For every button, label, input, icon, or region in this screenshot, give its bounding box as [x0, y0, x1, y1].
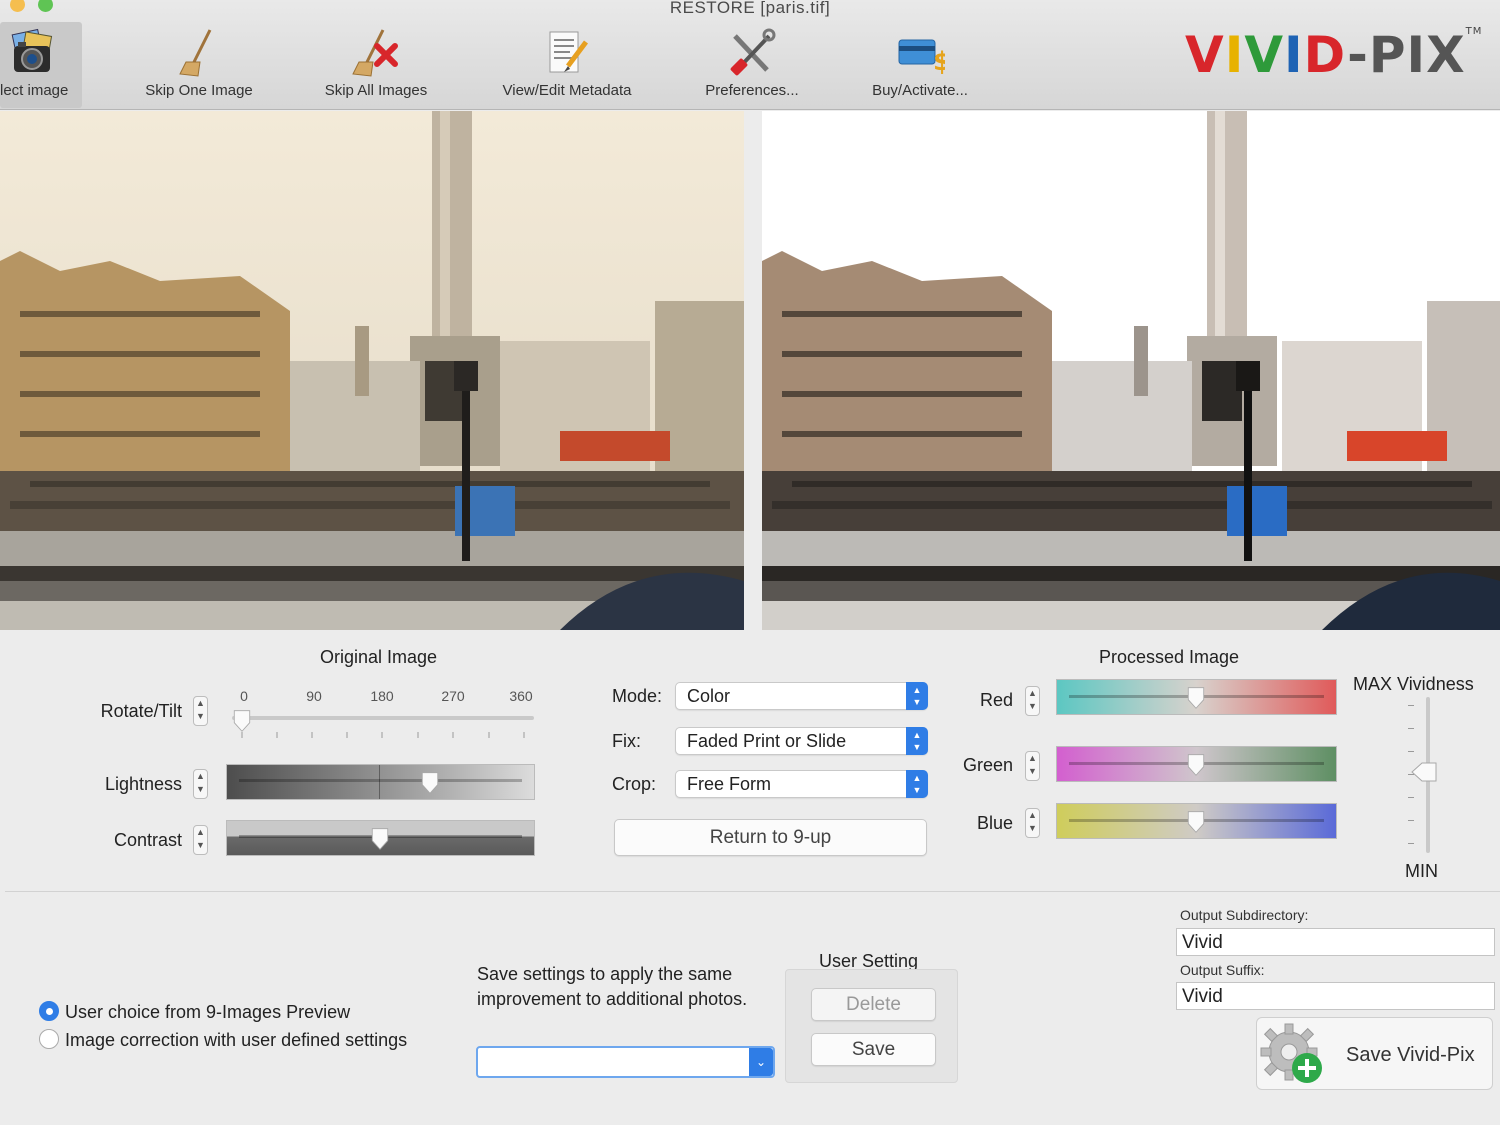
rotate-tilt-thumb[interactable]: [232, 709, 252, 733]
fix-label: Fix:: [612, 731, 641, 751]
user-setting-combo[interactable]: ⌄: [476, 1046, 775, 1078]
broom-icon: [179, 29, 212, 77]
lightness-stepper[interactable]: ▲ ▼: [193, 769, 208, 799]
save-setting-button[interactable]: Save: [811, 1033, 936, 1066]
lightness-label: Lightness: [104, 774, 182, 794]
radio-user-defined-settings[interactable]: [39, 1029, 59, 1049]
tool-label: Buy/Activate...: [872, 82, 968, 99]
output-subdirectory-field[interactable]: Vivid: [1176, 928, 1495, 956]
fix-value: Faded Print or Slide: [687, 731, 847, 751]
camera-photos-icon: [11, 28, 53, 72]
contrast-label: Contrast: [113, 830, 182, 850]
lightness-thumb[interactable]: [420, 771, 440, 795]
divider: [5, 891, 1500, 892]
svg-text:$: $: [933, 47, 945, 77]
chevron-updown-icon: ▲ ▼: [906, 727, 928, 755]
radio-9-images-preview-label: User choice from 9-Images Preview: [65, 1002, 351, 1022]
green-label: Green: [962, 755, 1013, 775]
output-suffix-label: Output Suffix:: [1180, 962, 1265, 978]
green-stepper[interactable]: ▲ ▼: [1025, 751, 1040, 781]
logo-letter: I: [1224, 26, 1245, 84]
logo-letter: V: [1244, 26, 1285, 84]
max-vividness-label: MAX Vividness: [1353, 674, 1474, 694]
green-thumb[interactable]: [1186, 753, 1206, 777]
return-to-9up-button[interactable]: Return to 9-up: [614, 819, 927, 856]
contrast-stepper[interactable]: ▲ ▼: [193, 825, 208, 855]
window-title: RESTORE [paris.tif]: [669, 0, 831, 17]
chevron-updown-icon: ▲ ▼: [906, 682, 928, 710]
tool-label: Preferences...: [705, 82, 799, 99]
blue-thumb[interactable]: [1186, 810, 1206, 834]
tools-icon: [730, 28, 776, 76]
skip-all-images-button[interactable]: Skip All Images: [318, 22, 434, 108]
tick-label-0: 0: [240, 688, 248, 704]
save-settings-text-2: improvement to additional photos.: [477, 989, 748, 1009]
tick-label-90: 90: [306, 688, 322, 704]
save-vivid-pix-button[interactable]: Save Vivid-Pix: [1256, 1017, 1493, 1090]
red-stepper[interactable]: ▲ ▼: [1025, 686, 1040, 716]
view-edit-metadata-button[interactable]: View/Edit Metadata: [494, 22, 640, 108]
preferences-button[interactable]: Preferences...: [700, 22, 804, 108]
red-slider[interactable]: [1056, 679, 1337, 715]
chevron-updown-icon: ▲ ▼: [906, 770, 928, 798]
crop-label: Crop:: [612, 774, 657, 794]
mode-select[interactable]: Color ▲ ▼: [675, 682, 928, 710]
gear-plus-icon: [1260, 1023, 1322, 1083]
tick-label-360: 360: [509, 688, 533, 704]
tick-label-270: 270: [441, 688, 465, 704]
tool-label: Skip All Images: [324, 82, 428, 99]
tick-label-180: 180: [370, 688, 394, 704]
rotate-tilt-label: Rotate/Tilt: [100, 701, 182, 721]
select-image-button[interactable]: lect image: [0, 22, 82, 108]
tool-label: Skip One Image: [145, 82, 253, 99]
original-image-title: Original Image: [320, 647, 438, 667]
delete-button[interactable]: Delete: [811, 988, 936, 1021]
mode-label: Mode:: [612, 686, 663, 706]
rotate-tilt-stepper[interactable]: ▲ ▼: [193, 696, 208, 726]
green-slider[interactable]: [1056, 746, 1337, 782]
red-thumb[interactable]: [1186, 686, 1206, 710]
document-pencil-icon: [549, 31, 588, 73]
crop-value: Free Form: [687, 774, 772, 794]
toolbar: RESTORE [paris.tif] lect image Skip One …: [0, 0, 1500, 110]
tool-label: View/Edit Metadata: [502, 82, 632, 99]
chevron-down-icon[interactable]: ⌄: [749, 1048, 773, 1076]
contrast-thumb[interactable]: [370, 827, 390, 851]
blue-slider[interactable]: [1056, 803, 1337, 839]
logo-letter: V: [1185, 26, 1225, 84]
radio-user-defined-settings-label: Image correction with user defined setti…: [65, 1030, 408, 1050]
mode-value: Color: [687, 686, 731, 706]
vividness-thumb[interactable]: [1410, 761, 1438, 783]
output-suffix-field[interactable]: Vivid: [1176, 982, 1495, 1010]
fix-select[interactable]: Faded Print or Slide ▲ ▼: [675, 727, 928, 755]
processed-image-title: Processed Image: [1099, 647, 1240, 667]
buy-activate-button[interactable]: $ Buy/Activate...: [866, 22, 974, 108]
broom-x-icon: [352, 29, 398, 77]
logo-letter: I: [1284, 26, 1304, 84]
output-subdirectory-label: Output Subdirectory:: [1180, 907, 1309, 923]
save-vivid-pix-label: Save Vivid-Pix: [1346, 1044, 1475, 1066]
logo-letter: X: [1426, 26, 1466, 84]
lightness-slider[interactable]: [226, 764, 535, 800]
save-settings-text-1: Save settings to apply the same: [477, 964, 733, 984]
crop-select[interactable]: Free Form ▲ ▼: [675, 770, 928, 798]
logo-letter: -: [1347, 26, 1369, 84]
min-vividness-label: MIN: [1405, 861, 1438, 881]
processed-image: [762, 111, 1500, 630]
contrast-slider[interactable]: [226, 820, 535, 856]
radio-9-images-preview[interactable]: [39, 1001, 59, 1021]
blue-label: Blue: [976, 813, 1013, 833]
blue-stepper[interactable]: ▲ ▼: [1025, 808, 1040, 838]
logo-letter: I: [1406, 26, 1427, 84]
original-image: [0, 111, 744, 630]
skip-one-image-button[interactable]: Skip One Image: [140, 22, 258, 108]
tool-label: lect image: [0, 82, 69, 99]
logo-letter: D: [1303, 26, 1348, 84]
vivid-pix-logo: VIVID-PIXTM: [1185, 26, 1483, 84]
logo-letter: P: [1368, 26, 1407, 84]
red-label: Red: [979, 690, 1013, 710]
credit-card-dollar-icon: $: [898, 39, 945, 77]
